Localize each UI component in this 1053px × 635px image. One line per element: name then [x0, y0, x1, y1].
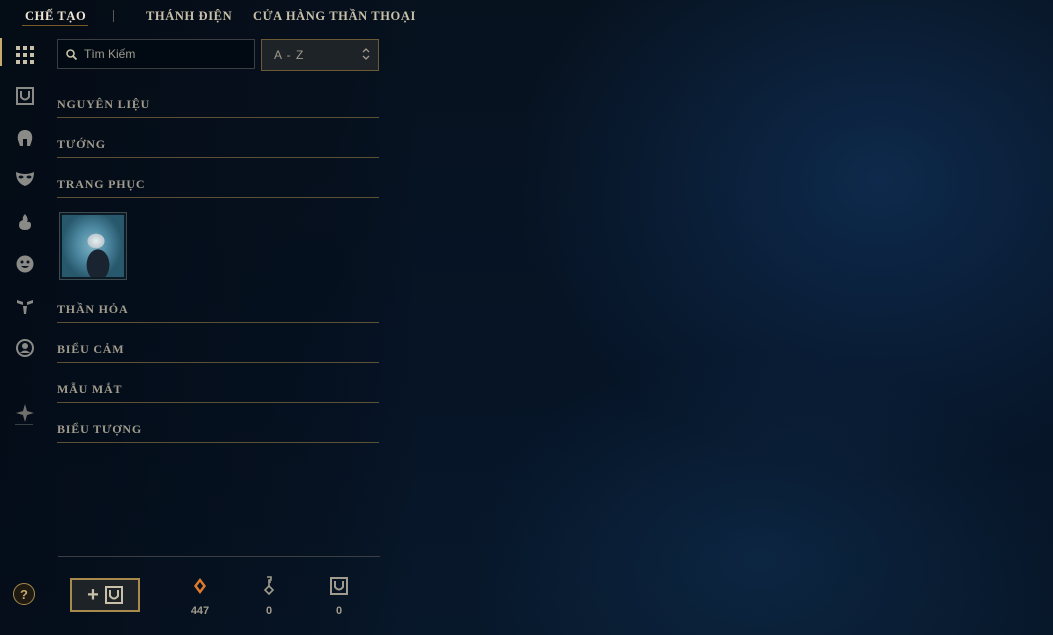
category-label: MẪU MẮT [57, 382, 123, 396]
nav-divider [113, 10, 114, 22]
plus-icon: + [87, 584, 99, 606]
category-label: THẦN HỎA [57, 302, 129, 316]
chest-counter[interactable]: 0 [319, 574, 359, 624]
skin-splash-image [62, 215, 124, 277]
grid-icon[interactable] [13, 43, 37, 67]
summoner-icon[interactable] [13, 401, 37, 425]
chest-icon[interactable] [13, 84, 37, 108]
eternals-icon[interactable] [13, 294, 37, 318]
skin-mask-icon[interactable] [13, 167, 37, 191]
chevron-updown-icon [362, 48, 370, 60]
category-skins[interactable]: TRANG PHỤC [57, 175, 379, 198]
emote-face-icon[interactable] [13, 252, 37, 276]
sort-value: A - Z [274, 48, 305, 62]
search-icon [66, 49, 77, 60]
search-box[interactable] [57, 39, 255, 69]
bottom-divider [58, 556, 380, 557]
tab-mythic-shop[interactable]: CỬA HÀNG THẦN THOẠI [253, 9, 416, 24]
category-label: BIỂU CẢM [57, 342, 125, 356]
ward-flame-icon[interactable] [13, 210, 37, 234]
category-wards[interactable]: THẦN HỎA [57, 300, 379, 323]
key-fragment-counter[interactable]: 0 [249, 574, 289, 624]
profile-icon[interactable] [13, 336, 37, 360]
tab-sanctum[interactable]: THÁNH ĐIỆN [146, 9, 232, 24]
sort-dropdown[interactable]: A - Z [261, 39, 379, 71]
search-input[interactable] [84, 40, 250, 68]
category-icons[interactable]: BIỂU TƯỢNG [57, 420, 379, 443]
loot-window: CHẾ TẠO THÁNH ĐIỆN CỬA HÀNG THẦN THOẠI T… [0, 0, 1053, 635]
help-button[interactable]: ? [13, 583, 35, 605]
skin-shard-item[interactable] [59, 212, 127, 280]
category-eye-patterns[interactable]: MẪU MẮT [57, 380, 379, 403]
orange-essence-count: 447 [190, 605, 210, 617]
top-navigation: CHẾ TẠO THÁNH ĐIỆN CỬA HÀNG THẦN THOẠI [0, 0, 1053, 32]
chest-icon [104, 586, 123, 604]
category-label: BIỂU TƯỢNG [57, 422, 143, 436]
orange-essence-icon [180, 574, 220, 598]
champion-helmet-icon[interactable] [13, 126, 37, 150]
chest-count: 0 [335, 605, 343, 617]
key-fragment-count: 0 [265, 605, 273, 617]
category-emotes[interactable]: BIỂU CẢM [57, 340, 379, 363]
key-fragment-icon [249, 574, 289, 598]
category-label: TƯỚNG [57, 137, 106, 151]
add-chest-button[interactable]: + [70, 578, 140, 612]
category-materials[interactable]: NGUYÊN LIỆU [57, 95, 379, 118]
category-champions[interactable]: TƯỚNG [57, 135, 379, 158]
category-label: NGUYÊN LIỆU [57, 97, 151, 111]
help-label: ? [20, 586, 28, 602]
tab-crafting[interactable]: CHẾ TẠO [25, 9, 86, 24]
rail-active-indicator [0, 38, 2, 66]
category-label: TRANG PHỤC [57, 177, 146, 191]
active-tab-underline [22, 25, 88, 26]
chest-icon [319, 574, 359, 598]
orange-essence-counter[interactable]: 447 [180, 574, 220, 624]
